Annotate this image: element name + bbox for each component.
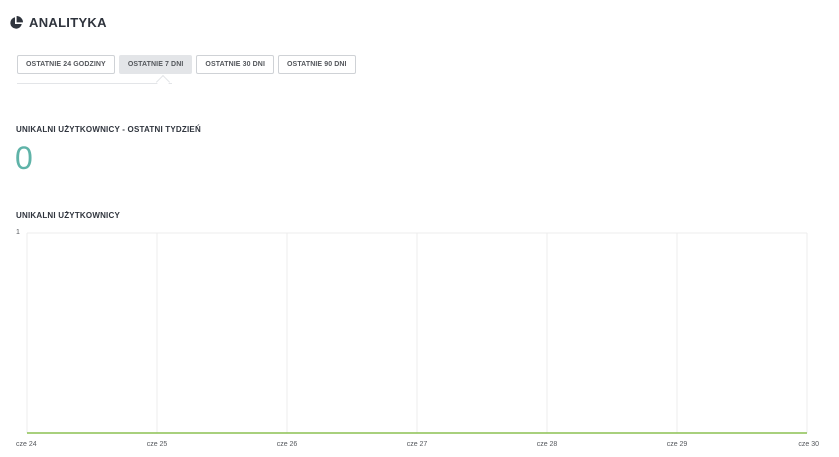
x-tick-label: cze 29 <box>667 441 688 448</box>
x-tick-label: cze 30 <box>798 441 819 448</box>
x-tick-label: cze 28 <box>537 441 558 448</box>
y-tick-label: 1 <box>16 229 20 236</box>
x-tick-label: cze 26 <box>277 441 298 448</box>
unique-users-chart: 1 cze 24 cze 25 cze 26 cze 27 cze 28 cze 29 cze… <box>16 229 819 448</box>
x-tick-label: cze 25 <box>147 441 168 448</box>
x-tick-label: cze 27 <box>407 441 428 448</box>
x-tick-label: cze 24 <box>16 441 37 448</box>
